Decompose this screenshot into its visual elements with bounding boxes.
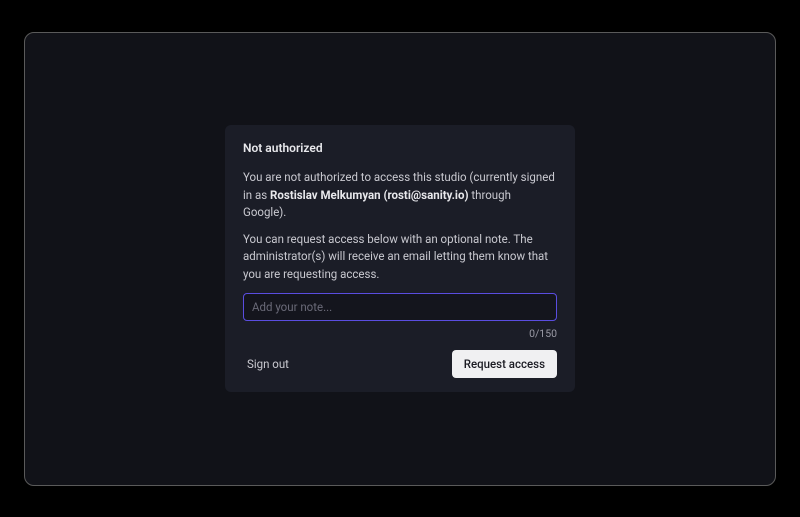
dialog-body-1: You are not authorized to access this st… [243, 169, 557, 221]
dialog-title: Not authorized [243, 141, 557, 155]
dialog-body-2: You can request access below with an opt… [243, 231, 557, 283]
request-access-button[interactable]: Request access [452, 350, 557, 378]
sign-out-button[interactable]: Sign out [243, 351, 293, 377]
note-input[interactable] [243, 293, 557, 321]
app-window: Not authorized You are not authorized to… [24, 32, 776, 486]
button-row: Sign out Request access [243, 350, 557, 378]
note-input-wrap [243, 293, 557, 321]
char-count: 0/150 [243, 327, 557, 340]
signed-in-user: Rostislav Melkumyan (rosti@sanity.io) [270, 188, 468, 202]
not-authorized-dialog: Not authorized You are not authorized to… [225, 125, 575, 392]
